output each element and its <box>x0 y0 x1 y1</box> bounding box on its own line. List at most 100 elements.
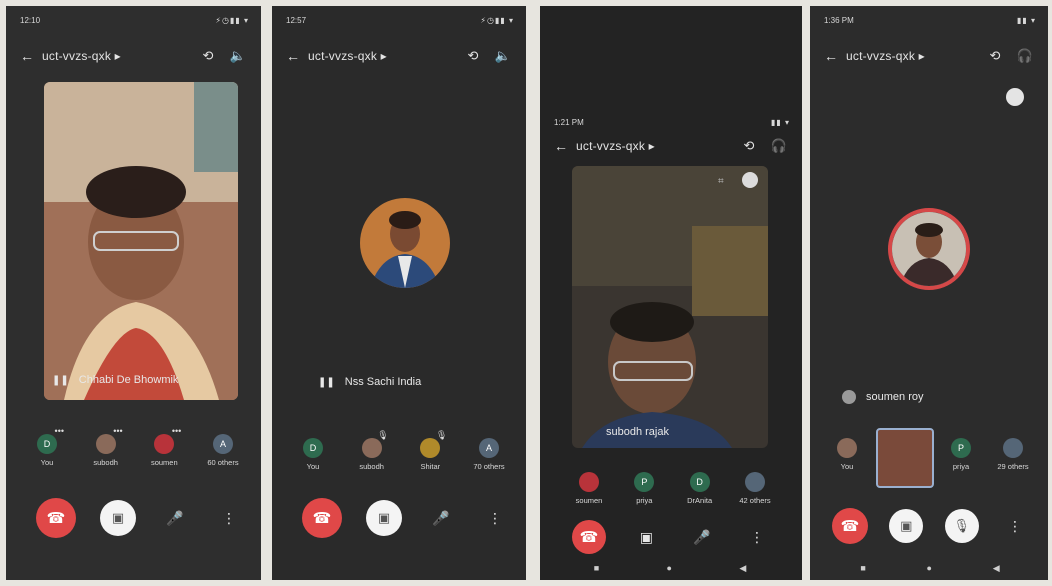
participant-label: You <box>840 462 854 471</box>
participant-shitar[interactable]: 🎙 Shitar <box>407 430 453 471</box>
call-controls: ☎ ▣ 🎤 ⋮ <box>572 520 772 554</box>
back-nav-icon[interactable]: ◀ <box>993 563 1000 574</box>
pin-icon[interactable] <box>1006 88 1024 106</box>
participant-label: 70 others <box>473 462 505 471</box>
home-nav-icon[interactable]: ■ <box>594 563 599 574</box>
mic-button[interactable]: 🎤 <box>426 503 456 533</box>
participant-subodh[interactable]: ••• subodh <box>83 426 129 467</box>
participant-label: subodh <box>359 462 384 471</box>
headset-icon[interactable]: 🎧 <box>768 138 790 154</box>
more-options-button[interactable]: ⋮ <box>214 503 244 533</box>
participant-video-thumb[interactable] <box>876 428 934 488</box>
participant-label: 42 others <box>739 496 771 505</box>
back-icon[interactable]: ← <box>824 48 846 64</box>
participant-subodh[interactable]: 🎙 subodh <box>349 430 395 471</box>
avatar <box>361 438 382 458</box>
camera-off-button[interactable]: ▣ <box>889 509 924 543</box>
meeting-code[interactable]: uct-vvzs-qxk ▸ <box>576 139 730 153</box>
participant-you[interactable]: You <box>824 438 870 488</box>
participant-label: priya <box>952 462 970 471</box>
status-icons: ⚡◷▮▮ ▾ <box>215 16 249 25</box>
main-video-tile[interactable] <box>44 82 238 400</box>
meeting-code[interactable]: uct-vvzs-qxk ▸ <box>846 49 976 63</box>
end-call-button[interactable]: ☎ <box>302 498 342 538</box>
main-video-tile[interactable]: ⌗ <box>572 166 768 448</box>
video-thumbnail <box>876 428 934 488</box>
status-time: 12:57 <box>286 16 307 25</box>
status-bar: 1:21 PM ▮▮ ▾ <box>554 118 790 132</box>
participant-soumen[interactable]: ••• soumen <box>141 426 187 467</box>
participant-label: 60 others <box>207 458 239 467</box>
participant-label: priya <box>636 496 653 505</box>
mic-off-icon: 🎙 <box>435 430 448 440</box>
camera-off-button[interactable]: ▣ <box>366 500 402 536</box>
back-icon[interactable]: ← <box>554 138 576 154</box>
participant-label: soumen <box>150 458 178 467</box>
mic-off-button[interactable]: 🎙 <box>944 509 979 543</box>
more-options-button[interactable]: ⋮ <box>742 522 772 552</box>
back-icon[interactable]: ← <box>20 48 42 64</box>
switch-camera-icon[interactable]: ⟲ <box>462 48 484 64</box>
back-icon[interactable]: ← <box>286 48 308 64</box>
participant-video: ⌗ <box>572 166 768 448</box>
status-bar: 12:57 ⚡◷▮▮ ▾ <box>286 16 514 30</box>
back-nav-icon[interactable]: ◀ <box>739 563 746 574</box>
camera-off-button[interactable]: ▣ <box>100 500 136 536</box>
call-header: ← uct-vvzs-qxk ▸ ⟲ 🔈 <box>286 46 514 66</box>
meeting-code[interactable]: uct-vvzs-qxk ▸ <box>308 49 454 63</box>
participant-label: You <box>306 462 320 471</box>
avatar <box>1003 438 1023 458</box>
camera-button[interactable]: ▣ <box>631 522 661 552</box>
avatar: A <box>478 438 499 458</box>
system-nav-bar: ■ ● ◀ <box>830 563 1030 574</box>
recents-nav-icon[interactable]: ● <box>667 563 672 574</box>
call-controls: ☎ ▣ 🎤 ⋮ <box>36 498 244 538</box>
end-call-button[interactable]: ☎ <box>832 508 868 544</box>
speaker-avatar <box>888 208 970 290</box>
speaker-icon[interactable]: 🔈 <box>492 48 514 64</box>
mic-button[interactable]: 🎤 <box>687 522 717 552</box>
participant-priya[interactable]: P priya <box>938 438 984 488</box>
call-header: ← uct-vvzs-qxk ▸ ⟲ 🎧 <box>824 46 1036 66</box>
status-time: 1:21 PM <box>554 118 584 127</box>
headset-icon[interactable]: 🎧 <box>1014 48 1036 64</box>
recents-nav-icon[interactable]: ● <box>927 563 932 574</box>
status-bar: 1:36 PM ▮▮ ▾ <box>824 16 1036 30</box>
avatar: P <box>951 438 971 458</box>
call-header: ← uct-vvzs-qxk ▸ ⟲ 🎧 <box>554 136 790 156</box>
avatar <box>579 472 599 492</box>
participant-others[interactable]: A 70 others <box>466 438 512 471</box>
avatar: A <box>212 434 233 454</box>
participant-strip: D You 🎙 subodh 🎙 Shitar A 70 others <box>290 430 512 471</box>
more-dots-icon: ••• <box>113 426 123 436</box>
participant-others[interactable]: 42 others <box>732 472 778 505</box>
participant-others[interactable]: A 60 others <box>200 434 246 467</box>
participant-you[interactable]: D You <box>290 438 336 471</box>
end-call-button[interactable]: ☎ <box>572 520 606 554</box>
participant-soumen[interactable]: soumen <box>566 472 612 505</box>
meeting-code[interactable]: uct-vvzs-qxk ▸ <box>42 49 189 63</box>
participant-you[interactable]: ••• D You <box>24 426 70 467</box>
more-dots-icon: ••• <box>171 426 182 436</box>
avatar <box>837 438 857 458</box>
home-nav-icon[interactable]: ■ <box>860 563 865 574</box>
status-bar: 12:10 ⚡◷▮▮ ▾ <box>20 16 249 30</box>
speaker-name: Chhabi De Bhowmik <box>78 374 179 386</box>
participant-others[interactable]: 29 others <box>990 438 1036 488</box>
more-options-button[interactable]: ⋮ <box>480 503 510 533</box>
participant-strip: soumen P priya D DrAnita 42 others <box>566 472 778 505</box>
call-screen-4: 1:36 PM ▮▮ ▾ ← uct-vvzs-qxk ▸ ⟲ 🎧 soumen… <box>810 6 1048 580</box>
speaker-name-line: ❚❚ Nss Sachi India <box>318 376 421 388</box>
switch-camera-icon[interactable]: ⟲ <box>984 48 1006 64</box>
switch-camera-icon[interactable]: ⟲ <box>738 138 760 154</box>
end-call-button[interactable]: ☎ <box>36 498 76 538</box>
switch-camera-icon[interactable]: ⟲ <box>197 48 219 64</box>
speaker-icon[interactable]: 🔈 <box>227 48 249 64</box>
call-screen-2: 12:57 ⚡◷▮▮ ▾ ← uct-vvzs-qxk ▸ ⟲ 🔈 ❚❚ Nss… <box>272 6 526 580</box>
participant-dranita[interactable]: D DrAnita <box>677 472 723 505</box>
mic-button[interactable]: 🎤 <box>160 503 190 533</box>
more-options-button[interactable]: ⋮ <box>1000 511 1030 541</box>
participant-priya[interactable]: P priya <box>621 472 667 505</box>
mic-off-icon: 🎙 <box>377 430 389 440</box>
participant-label: Shitar <box>420 462 441 471</box>
